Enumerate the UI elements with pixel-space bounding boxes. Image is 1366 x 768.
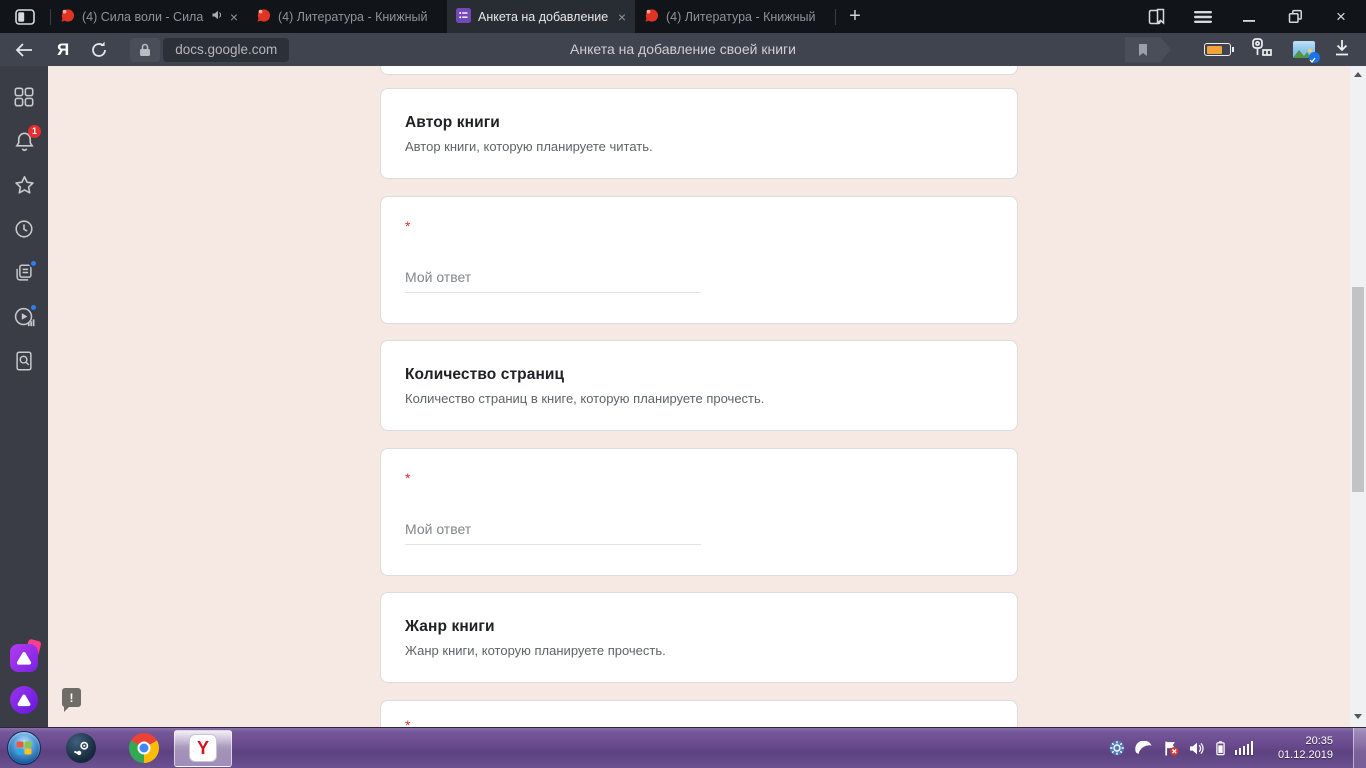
restore-icon[interactable] — [1286, 8, 1304, 26]
question-title: Автор книги — [405, 114, 500, 131]
required-asterisk: * — [405, 218, 411, 234]
tab-anketa-active[interactable]: Анкета на добавление с × — [447, 0, 635, 33]
tab-literatura-2[interactable]: (4) Литература - Книжный — [635, 0, 835, 33]
start-button[interactable] — [7, 731, 41, 765]
tab-close-icon[interactable]: × — [618, 10, 626, 24]
minimize-icon[interactable] — [1240, 8, 1258, 26]
tab-bar: (4) Сила воли - Сила × (4) Литература - … — [0, 0, 1366, 33]
tray-app-gear-icon[interactable] — [1109, 740, 1125, 756]
taskbar-steam-icon[interactable] — [66, 733, 96, 763]
action-center-flag-icon[interactable] — [1163, 740, 1179, 756]
windows-taskbar: Y 20:35 01.12.2019 — [0, 727, 1366, 768]
question-description: Жанр книги, которую планируете прочесть. — [405, 643, 666, 658]
url-domain[interactable]: docs.google.com — [163, 37, 290, 62]
tab-title: (4) Литература - Книжный — [278, 9, 428, 24]
tab-title: Анкета на добавление с — [478, 9, 611, 24]
tab-literatura-1[interactable]: (4) Литература - Книжный — [247, 0, 447, 33]
screenshot-extension-icon[interactable] — [1293, 41, 1320, 63]
answer-input[interactable] — [405, 521, 701, 545]
alice-assistant-icon[interactable] — [10, 638, 42, 672]
forum-favicon-icon — [256, 8, 271, 26]
page-scrollbar[interactable] — [1350, 66, 1366, 727]
sidebar-panel-toggle-icon[interactable] — [0, 0, 50, 33]
close-window-icon[interactable]: × — [1332, 7, 1350, 26]
question-description: Количество страниц в книге, которую план… — [405, 391, 765, 406]
update-dot — [29, 303, 38, 312]
question-description: Автор книги, которую планируете читать. — [405, 139, 653, 154]
volume-speaker-icon[interactable] — [1189, 741, 1206, 756]
required-asterisk: * — [405, 470, 411, 486]
battery-charge-level — [1206, 45, 1222, 54]
forum-favicon-icon — [644, 8, 659, 26]
tray-battery-icon[interactable] — [1215, 741, 1225, 756]
search-in-page-icon[interactable] — [12, 349, 36, 373]
alice-voice-button[interactable] — [10, 686, 38, 714]
downloads-icon[interactable] — [1334, 39, 1350, 61]
scrollbar-thumb[interactable] — [1352, 287, 1364, 492]
notifications-count-badge: 1 — [28, 125, 41, 138]
taskbar-yandex-browser-active[interactable]: Y — [174, 729, 232, 767]
clock-date: 01.12.2019 — [1277, 749, 1333, 761]
yandex-browser-window: (4) Сила воли - Сила × (4) Литература - … — [0, 0, 1366, 768]
back-button[interactable] — [14, 42, 34, 58]
bookmarks-star-icon[interactable] — [12, 173, 36, 197]
tray-swoosh-icon[interactable] — [1134, 741, 1153, 755]
yandex-logo[interactable]: Я — [57, 40, 69, 60]
tab-title: (4) Литература - Книжный — [666, 9, 816, 24]
system-tray: 20:35 01.12.2019 — [1109, 727, 1366, 768]
answer-card-author: * — [380, 196, 1018, 324]
window-controls: × — [1148, 7, 1366, 26]
update-dot — [29, 259, 38, 268]
question-card-author: Автор книги Автор книги, которую планиру… — [380, 88, 1018, 179]
refresh-button[interactable] — [90, 41, 108, 59]
battery-saver-icon[interactable] — [1204, 43, 1235, 56]
browser-sidebar: 1 — [0, 66, 48, 727]
feedback-bubble-button[interactable]: ! — [62, 688, 81, 712]
scroll-down-arrow-icon[interactable] — [1350, 714, 1366, 719]
taskbar-chrome-icon[interactable] — [129, 733, 159, 763]
tab-title: (4) Сила воли - Сила — [82, 9, 204, 24]
notifications-bell-icon[interactable]: 1 — [12, 125, 41, 153]
card-previous-partial — [380, 66, 1018, 75]
clock-time: 20:35 — [1305, 735, 1333, 747]
windows-flag-icon — [16, 741, 32, 755]
secure-lock-icon[interactable] — [130, 37, 161, 62]
password-manager-key-icon[interactable] — [1250, 37, 1274, 62]
tab-close-icon[interactable]: × — [230, 10, 238, 24]
required-asterisk: * — [405, 717, 411, 727]
question-card-genre: Жанр книги Жанр книги, которую планирует… — [380, 592, 1018, 683]
google-form-page: Автор книги Автор книги, которую планиру… — [48, 66, 1350, 727]
yandex-browser-icon: Y — [189, 734, 217, 762]
tab-sila-voli[interactable]: (4) Сила воли - Сила × — [51, 0, 247, 33]
taskbar-clock[interactable]: 20:35 01.12.2019 — [1271, 734, 1333, 762]
scroll-up-arrow-icon[interactable] — [1350, 72, 1366, 77]
menu-icon[interactable] — [1194, 8, 1212, 26]
network-signal-icon[interactable] — [1234, 741, 1253, 755]
add-bookmark-flag-icon[interactable] — [1125, 36, 1171, 63]
answer-card-genre-partial: * — [380, 700, 1018, 727]
media-play-icon[interactable] — [12, 303, 38, 329]
google-forms-favicon-icon — [456, 7, 471, 26]
bookmarks-panel-icon[interactable] — [1148, 8, 1166, 26]
question-title: Жанр книги — [405, 618, 495, 635]
check-badge-icon — [1309, 52, 1320, 63]
tableau-grid-icon[interactable] — [12, 85, 36, 109]
question-card-pages: Количество страниц Количество страниц в … — [380, 340, 1018, 431]
answer-card-pages: * — [380, 448, 1018, 576]
show-desktop-button[interactable] — [1353, 727, 1366, 768]
history-clock-icon[interactable] — [12, 217, 36, 241]
new-tab-button[interactable]: + — [836, 5, 874, 28]
tab-audio-icon[interactable] — [211, 9, 223, 24]
form-column: Автор книги Автор книги, которую планиру… — [380, 66, 1018, 727]
question-title: Количество страниц — [405, 366, 565, 383]
collections-pages-icon[interactable] — [12, 259, 38, 285]
answer-input[interactable] — [405, 269, 701, 293]
address-toolbar: Анкета на добавление своей книги Я docs.… — [0, 33, 1366, 66]
forum-favicon-icon — [60, 8, 75, 26]
